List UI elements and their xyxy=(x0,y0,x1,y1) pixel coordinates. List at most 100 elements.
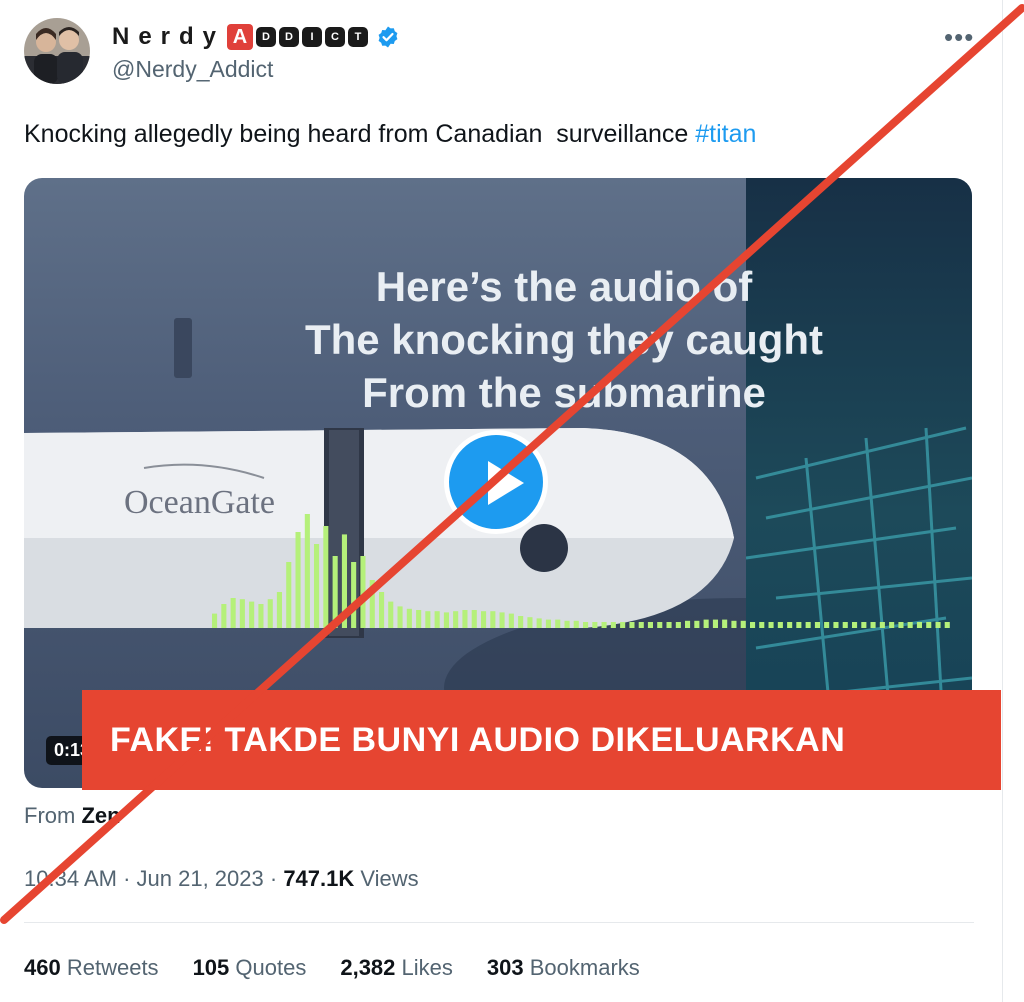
stat-count: 303 xyxy=(486,955,524,980)
meta-separator: · xyxy=(116,866,137,891)
waveform-bar xyxy=(379,592,385,628)
waveform-bar xyxy=(286,562,292,628)
waveform-bar xyxy=(610,622,616,628)
waveform-bar xyxy=(685,620,691,628)
tweet-date[interactable]: Jun 21, 2023 xyxy=(137,866,264,891)
source-prefix: From xyxy=(24,803,82,828)
waveform-bar xyxy=(583,622,589,628)
waveform-bar xyxy=(267,599,273,628)
waveform-bar xyxy=(212,613,218,628)
waveform-bar xyxy=(508,613,514,628)
waveform-bar xyxy=(471,610,477,628)
waveform-bar xyxy=(833,622,839,628)
stats-divider xyxy=(24,922,974,923)
tweet-time[interactable]: 10:34 AM xyxy=(24,866,117,891)
views-count: 747.1K xyxy=(283,866,355,891)
waveform-bar xyxy=(750,622,756,628)
logo-letter: A xyxy=(227,24,254,50)
waveform-bar xyxy=(545,619,551,628)
waveform-bar xyxy=(935,622,941,628)
timeline-border xyxy=(1002,0,1003,1002)
waveform-bar xyxy=(443,612,449,628)
play-icon[interactable] xyxy=(444,430,548,534)
waveform-bar xyxy=(870,622,876,628)
waveform-bar xyxy=(276,592,282,628)
user-handle[interactable]: @Nerdy_Addict xyxy=(112,56,273,83)
stat-label: Bookmarks xyxy=(529,955,640,980)
display-name-text: Nerdy xyxy=(112,23,226,50)
waveform-bar xyxy=(944,622,950,628)
waveform-bar xyxy=(388,601,394,628)
source-name[interactable]: Zen xyxy=(81,803,120,828)
stat-label: Retweets xyxy=(66,955,159,980)
waveform-bar xyxy=(555,619,561,628)
waveform-bar xyxy=(434,611,440,628)
waveform-bar xyxy=(814,622,820,628)
waveform-bar xyxy=(397,606,403,628)
waveform-bar xyxy=(425,611,431,628)
waveform-bar xyxy=(332,556,338,628)
waveform-bar xyxy=(573,620,579,628)
waveform-bar xyxy=(787,622,793,628)
waveform-bar xyxy=(304,514,310,628)
waveform-bar xyxy=(842,622,848,628)
waveform-bar xyxy=(416,610,422,628)
waveform-bar xyxy=(861,622,867,628)
waveform-bar xyxy=(481,611,487,628)
waveform-bar xyxy=(341,534,347,628)
logo-letter: D xyxy=(256,27,277,47)
waveform-bar xyxy=(916,622,922,628)
quotes-stat[interactable]: 105 Quotes xyxy=(193,955,307,981)
waveform-bar xyxy=(889,622,895,628)
avatar[interactable] xyxy=(24,18,90,84)
waveform-bar xyxy=(666,622,672,628)
waveform-bar xyxy=(731,620,737,628)
waveform-bar xyxy=(249,601,255,628)
waveform-bar xyxy=(879,622,885,628)
hashtag-link[interactable]: #titan xyxy=(695,120,756,148)
more-options-icon[interactable]: ••• xyxy=(944,22,974,53)
verified-badge-icon xyxy=(378,26,398,48)
waveform-bar xyxy=(406,608,412,628)
waveform-bar xyxy=(360,556,366,628)
waveform-bar xyxy=(527,617,533,628)
meta-separator: · xyxy=(263,866,284,891)
logo-letter: I xyxy=(302,27,323,47)
waveform-bar xyxy=(258,604,264,628)
waveform-bar xyxy=(230,598,236,628)
waveform-bar xyxy=(675,622,681,628)
stat-count: 2,382 xyxy=(340,955,396,980)
bookmarks-stat[interactable]: 303 Bookmarks xyxy=(487,955,640,981)
waveform-bar xyxy=(620,622,626,628)
waveform-bar xyxy=(351,562,357,628)
waveform-bar xyxy=(592,622,598,628)
avatar-image xyxy=(24,18,90,84)
brand-logo: A D D I C T xyxy=(227,24,369,50)
fake-label-banner: FAKE! TAKDE BUNYI AUDIO DIKELUARKAN xyxy=(82,690,1001,790)
waveform-bar xyxy=(638,622,644,628)
likes-stat[interactable]: 2,382 Likes xyxy=(340,955,453,981)
source-attribution: From Zen xyxy=(24,803,121,829)
waveform-bar xyxy=(239,599,245,628)
waveform-bar xyxy=(712,619,718,628)
waveform-bar xyxy=(796,622,802,628)
display-name[interactable]: Nerdy A D D I C T xyxy=(112,22,400,52)
waveform-bar xyxy=(703,619,709,628)
engagement-stats: 460 Retweets 105 Quotes 2,382 Likes 303 … xyxy=(24,955,674,981)
retweets-stat[interactable]: 460 Retweets xyxy=(24,955,159,981)
waveform-bar xyxy=(805,622,811,628)
waveform-bar xyxy=(824,622,830,628)
waveform-bar xyxy=(499,612,505,628)
tweet-text: Knocking allegedly being heard from Cana… xyxy=(24,120,756,149)
waveform-bar xyxy=(295,532,301,628)
waveform-bar xyxy=(768,622,774,628)
stat-count: 105 xyxy=(192,955,230,980)
waveform-bar xyxy=(777,622,783,628)
waveform-bar xyxy=(462,610,468,628)
waveform-bar xyxy=(601,622,607,628)
waveform-bar xyxy=(323,526,329,628)
logo-letter: D xyxy=(279,27,300,47)
waveform-bar xyxy=(369,580,375,628)
tweet-meta: 10:34 AM · Jun 21, 2023 · 747.1K Views xyxy=(24,866,419,892)
waveform-bar xyxy=(314,544,320,628)
